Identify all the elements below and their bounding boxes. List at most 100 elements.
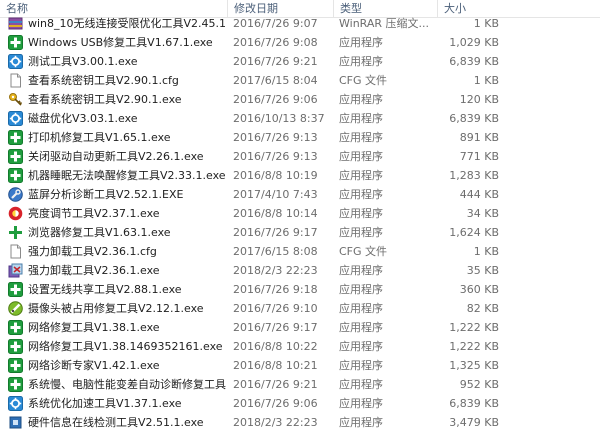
file-date: 2016/7/26 9:17: [233, 226, 318, 239]
file-name: win8_10无线连接受限优化工具V2.45.1.r...: [28, 17, 226, 30]
file-size: 1,624 KB: [449, 226, 499, 239]
file-date: 2017/6/15 8:04: [233, 74, 318, 87]
file-row[interactable]: 网络诊断专家V1.42.1.exe 2016/8/8 10:21 应用程序 1,325…: [0, 356, 600, 375]
file-row[interactable]: 亮度调节工具V2.37.1.exe 2016/8/8 10:14 应用程序 34 KB: [0, 204, 600, 223]
file-date: 2016/8/8 10:14: [233, 207, 318, 220]
file-type: CFG 文件: [339, 245, 388, 258]
file-type: WinRAR 压缩文...: [339, 17, 430, 30]
file-type: 应用程序: [339, 55, 383, 68]
green-cross-icon: [8, 282, 23, 297]
green-cross-icon: [8, 168, 23, 183]
file-row[interactable]: 硬件信息在线检测工具V2.51.1.exe 2018/2/3 22:23 应用程序 3…: [0, 413, 600, 432]
file-type: 应用程序: [339, 36, 383, 49]
file-size: 360 KB: [459, 283, 499, 296]
file-name: 浏览器修复工具V1.63.1.exe: [28, 226, 171, 239]
gear-app-icon: [8, 111, 23, 126]
gear-app-icon: [8, 54, 23, 69]
file-size: 34 KB: [466, 207, 499, 220]
file-row[interactable]: 网络修复工具V1.38.1.exe 2016/7/26 9:17 应用程序 1,222…: [0, 318, 600, 337]
file-size: 3,479 KB: [449, 416, 499, 429]
file-date: 2016/7/26 9:06: [233, 397, 318, 410]
file-type: 应用程序: [339, 150, 383, 163]
file-date: 2017/4/10 7:43: [233, 188, 318, 201]
file-size: 891 KB: [459, 131, 499, 144]
file-type: 应用程序: [339, 378, 383, 391]
file-size: 6,839 KB: [449, 397, 499, 410]
brightness-icon: [8, 206, 23, 221]
file-row[interactable]: 蓝屏分析诊断工具V2.52.1.EXE 2017/4/10 7:43 应用程序 444…: [0, 185, 600, 204]
file-date: 2016/7/26 9:21: [233, 55, 318, 68]
file-row[interactable]: 强力卸载工具V2.36.1.exe 2018/2/3 22:23 应用程序 35 KB: [0, 261, 600, 280]
green-cross-icon: [8, 377, 23, 392]
file-size: 1 KB: [473, 245, 499, 258]
file-date: 2016/7/26 9:17: [233, 321, 318, 334]
file-size: 1 KB: [473, 74, 499, 87]
plus-icon: [8, 225, 23, 240]
file-row[interactable]: 设置无线共享工具V2.88.1.exe 2016/7/26 9:18 应用程序 360…: [0, 280, 600, 299]
file-size: 1,283 KB: [449, 169, 499, 182]
gear-app-icon: [8, 396, 23, 411]
file-date: 2018/2/3 22:23: [233, 416, 318, 429]
green-cross-icon: [8, 35, 23, 50]
file-row[interactable]: 系统优化加速工具V1.37.1.exe 2016/7/26 9:06 应用程序 6,8…: [0, 394, 600, 413]
file-date: 2016/7/26 9:13: [233, 150, 318, 163]
file-row[interactable]: 强力卸载工具V2.36.1.cfg 2017/6/15 8:08 CFG 文件 1 K…: [0, 242, 600, 261]
file-row[interactable]: 磁盘优化V3.03.1.exe 2016/10/13 8:37 应用程序 6,839 …: [0, 109, 600, 128]
file-date: 2016/7/26 9:13: [233, 131, 318, 144]
file-row[interactable]: 摄像头被占用修复工具V2.12.1.exe 2016/7/26 9:10 应用程序 8…: [0, 299, 600, 318]
file-date: 2016/8/8 10:21: [233, 359, 318, 372]
file-size: 120 KB: [459, 93, 499, 106]
file-name: 打印机修复工具V1.65.1.exe: [28, 131, 171, 144]
file-row[interactable]: win8_10无线连接受限优化工具V2.45.1.r... 2016/7/26 9…: [0, 14, 600, 33]
file-row[interactable]: 浏览器修复工具V1.63.1.exe 2016/7/26 9:17 应用程序 1,62…: [0, 223, 600, 242]
file-name: 测试工具V3.00.1.exe: [28, 55, 138, 68]
camera-icon: [8, 301, 23, 316]
file-name: 亮度调节工具V2.37.1.exe: [28, 207, 160, 220]
file-name: 关闭驱动自动更新工具V2.26.1.exe: [28, 150, 204, 163]
file-row[interactable]: 网络修复工具V1.38.1469352161.exe 2016/8/8 10:22…: [0, 337, 600, 356]
file-size: 1 KB: [473, 17, 499, 30]
file-type: 应用程序: [339, 188, 383, 201]
file-size: 444 KB: [459, 188, 499, 201]
file-name: 蓝屏分析诊断工具V2.52.1.EXE: [28, 188, 184, 201]
file-icon: [8, 244, 23, 259]
file-name: 设置无线共享工具V2.88.1.exe: [28, 283, 182, 296]
file-size: 1,029 KB: [449, 36, 499, 49]
file-name: 网络修复工具V1.38.1469352161.exe: [28, 340, 223, 353]
file-name: 磁盘优化V3.03.1.exe: [28, 112, 138, 125]
wrench-icon: [8, 187, 23, 202]
file-size: 6,839 KB: [449, 112, 499, 125]
file-type: CFG 文件: [339, 74, 388, 87]
file-type: 应用程序: [339, 283, 383, 296]
file-row[interactable]: 查看系统密钥工具V2.90.1.cfg 2017/6/15 8:04 CFG 文件 1…: [0, 71, 600, 90]
file-row[interactable]: 关闭驱动自动更新工具V2.26.1.exe 2016/7/26 9:13 应用程序 7…: [0, 147, 600, 166]
file-icon: [8, 73, 23, 88]
file-row[interactable]: 查看系统密钥工具V2.90.1.exe 2016/7/26 9:06 应用程序 120…: [0, 90, 600, 109]
file-type: 应用程序: [339, 397, 383, 410]
file-size: 771 KB: [459, 150, 499, 163]
file-row[interactable]: 打印机修复工具V1.65.1.exe 2016/7/26 9:13 应用程序 891 …: [0, 128, 600, 147]
file-name: 查看系统密钥工具V2.90.1.cfg: [28, 74, 179, 87]
file-type: 应用程序: [339, 302, 383, 315]
file-row[interactable]: 测试工具V3.00.1.exe 2016/7/26 9:21 应用程序 6,839 K…: [0, 52, 600, 71]
file-size: 952 KB: [459, 378, 499, 391]
file-date: 2016/8/8 10:19: [233, 169, 318, 182]
uninstall-icon: [8, 263, 23, 278]
file-row[interactable]: 机器睡眠无法唤醒修复工具V2.33.1.exe 2016/8/8 10:19 应用程…: [0, 166, 600, 185]
file-name: 系统慢、电脑性能变差自动诊断修复工具...: [28, 378, 226, 391]
file-name: 系统优化加速工具V1.37.1.exe: [28, 397, 182, 410]
file-type: 应用程序: [339, 112, 383, 125]
file-type: 应用程序: [339, 359, 383, 372]
file-size: 35 KB: [466, 264, 499, 277]
green-cross-icon: [8, 339, 23, 354]
file-row[interactable]: 系统慢、电脑性能变差自动诊断修复工具... 2016/7/26 9:21 应用程序 9…: [0, 375, 600, 394]
file-name: 强力卸载工具V2.36.1.exe: [28, 264, 160, 277]
file-date: 2016/7/26 9:06: [233, 93, 318, 106]
file-row[interactable]: Windows USB修复工具V1.67.1.exe 2016/7/26 9:08…: [0, 33, 600, 52]
file-date: 2016/7/26 9:21: [233, 378, 318, 391]
file-date: 2016/8/8 10:22: [233, 340, 318, 353]
file-name: 查看系统密钥工具V2.90.1.exe: [28, 93, 182, 106]
file-size: 6,839 KB: [449, 55, 499, 68]
chip-icon: [8, 415, 23, 430]
file-type: 应用程序: [339, 226, 383, 239]
